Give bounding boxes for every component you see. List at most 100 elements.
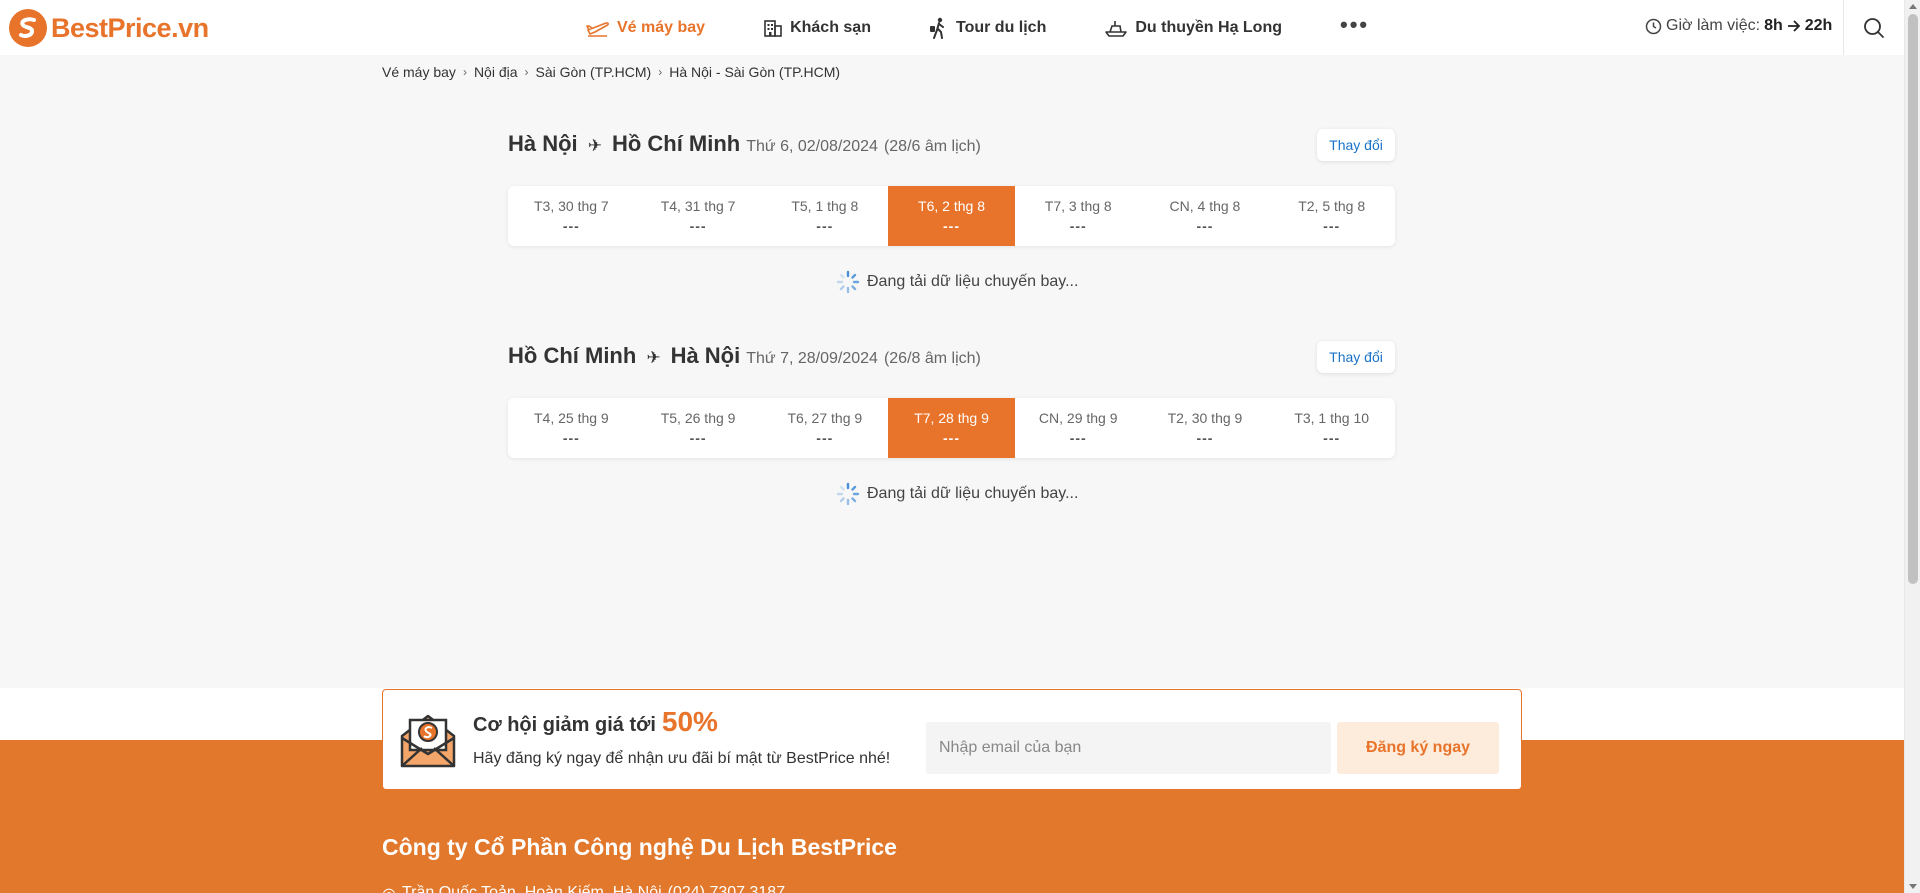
plane-icon: ✈ [587, 136, 602, 155]
phone-text: (024) 7307 3187 [667, 884, 786, 893]
scroll-down-arrow-icon[interactable] [1909, 884, 1917, 889]
spinner-icon [836, 270, 860, 294]
newsletter-box: Cơ hội giảm giá tới 50% Hãy đăng ký ngay … [382, 689, 1522, 790]
chevron-right-icon: › [524, 65, 529, 79]
date-cell[interactable]: T4, 31 thg 7 --- [635, 186, 762, 246]
date-cell-selected[interactable]: T7, 28 thg 9 --- [888, 398, 1015, 458]
route-title-outbound: Hà Nội ✈ Hồ Chí Minh Thứ 6, 02/08/2024 (… [508, 131, 981, 157]
date-cell[interactable]: CN, 29 thg 9 --- [1015, 398, 1142, 458]
breadcrumb-item[interactable]: Sài Gòn (TP.HCM) [536, 64, 652, 80]
logo[interactable]: BestPrice.vn [9, 9, 209, 47]
clock-icon [1645, 18, 1662, 34]
date-price: --- [1323, 218, 1341, 234]
date-label: T6, 2 thg 8 [918, 198, 985, 214]
nav-label: Tour du lịch [955, 18, 1047, 36]
nav-item-hotels[interactable]: Khách sạn [763, 18, 871, 38]
date-cell[interactable]: T2, 5 thg 8 --- [1268, 186, 1395, 246]
date-cell[interactable]: T3, 30 thg 7 --- [508, 186, 635, 246]
newsletter-subtitle: Hãy đăng ký ngay để nhận ưu đãi bí mật t… [473, 750, 891, 767]
work-hours-to: 22h [1804, 17, 1833, 34]
date-label: T2, 30 thg 9 [1167, 410, 1243, 426]
date-strip-outbound: T3, 30 thg 7 --- T4, 31 thg 7 --- T5, 1 th… [508, 186, 1395, 246]
nav-item-tours[interactable]: Tour du lịch [929, 17, 1046, 39]
breadcrumb-item[interactable]: Nội địa [474, 64, 518, 80]
breadcrumb: Vé máy bay › Nội địa › Sài Gòn (TP.HCM) … [382, 64, 840, 80]
search-icon[interactable] [1862, 16, 1886, 40]
date-cell[interactable]: CN, 4 thg 8 --- [1142, 186, 1269, 246]
flight-date: Thứ 7, 28/09/2024 [746, 350, 878, 367]
logo-text: BestPrice.vn [51, 12, 209, 43]
arrow-right-icon [1787, 20, 1801, 32]
chevron-right-icon: › [462, 65, 467, 79]
hotel-icon [764, 19, 782, 37]
date-cell[interactable]: T6, 27 thg 9 --- [761, 398, 888, 458]
nav-label: Vé máy bay [617, 18, 706, 36]
date-cell-selected[interactable]: T6, 2 thg 8 --- [888, 186, 1015, 246]
lunar-date: (28/6 âm lịch) [883, 138, 981, 155]
date-label: T7, 3 thg 8 [1044, 198, 1112, 214]
address-text: Trần Quốc Toản, Hoàn Kiếm, Hà Nội [401, 884, 662, 893]
traveler-icon [929, 17, 944, 39]
date-cell[interactable]: T4, 25 thg 9 --- [508, 398, 635, 458]
date-label: CN, 29 thg 9 [1038, 410, 1118, 426]
date-cell[interactable]: T5, 26 thg 9 --- [635, 398, 762, 458]
subscribe-button[interactable]: Đăng ký ngay [1337, 722, 1499, 774]
newsletter-title-text: Cơ hội giảm giá tới [473, 714, 656, 736]
date-price: --- [943, 218, 961, 234]
mail-promo-icon [400, 714, 456, 768]
date-price: --- [816, 430, 834, 446]
date-price: --- [1069, 218, 1087, 234]
date-price: --- [816, 218, 834, 234]
date-label: T3, 30 thg 7 [534, 198, 609, 214]
more-menu-button[interactable]: ••• [1340, 12, 1369, 38]
date-strip-return: T4, 25 thg 9 --- T5, 26 thg 9 --- T6, 27 t… [508, 398, 1395, 458]
scroll-thumb[interactable] [1908, 14, 1918, 584]
change-button[interactable]: Thay đổi [1317, 129, 1395, 161]
date-label: T5, 26 thg 9 [660, 410, 736, 426]
breadcrumb-item[interactable]: Vé máy bay [382, 64, 456, 80]
company-name: Công ty Cổ Phần Công nghệ Du Lịch BestPr… [382, 834, 897, 860]
date-label: T3, 1 thg 10 [1294, 410, 1370, 426]
company-address: ◎ Trần Quốc Toản, Hoàn Kiếm, Hà Nội (024… [382, 884, 785, 893]
date-cell[interactable]: T7, 3 thg 8 --- [1015, 186, 1142, 246]
cruise-icon [1105, 20, 1128, 37]
logo-mark-icon [9, 9, 47, 47]
nav-item-cruise[interactable]: Du thuyền Hạ Long [1104, 18, 1282, 38]
origin-city: Hồ Chí Minh [508, 343, 637, 368]
loading-text: Đang tải dữ liệu chuyến bay... [867, 485, 1079, 502]
nav-label: Du thuyền Hạ Long [1135, 18, 1282, 36]
route-title-return: Hồ Chí Minh ✈ Hà Nội Thứ 7, 28/09/2024 (… [508, 343, 981, 369]
header-divider [1843, 0, 1844, 55]
date-price: --- [562, 430, 580, 446]
newsletter-title: Cơ hội giảm giá tới 50% [473, 706, 718, 738]
date-label: T6, 27 thg 9 [787, 410, 863, 426]
origin-city: Hà Nội [508, 131, 578, 156]
loading-indicator: Đang tải dữ liệu chuyến bay... [835, 269, 1078, 295]
date-price: --- [562, 218, 580, 234]
breadcrumb-current: Hà Nội - Sài Gòn (TP.HCM) [669, 64, 841, 80]
date-price: --- [1069, 430, 1087, 446]
date-cell[interactable]: T2, 30 thg 9 --- [1142, 398, 1269, 458]
lunar-date: (26/8 âm lịch) [883, 350, 981, 367]
work-hours: Giờ làm việc: 8h 22h [1645, 17, 1832, 35]
page-scrollbar[interactable] [1904, 0, 1920, 893]
date-label: T4, 25 thg 9 [534, 410, 609, 426]
chevron-right-icon: › [658, 65, 663, 79]
date-label: T7, 28 thg 9 [914, 410, 989, 426]
scroll-up-arrow-icon[interactable] [1909, 4, 1917, 9]
date-price: --- [1196, 430, 1214, 446]
plane-icon: ✈ [646, 348, 661, 367]
nav-item-flights[interactable]: Vé máy bay [586, 19, 705, 37]
date-cell[interactable]: T5, 1 thg 8 --- [761, 186, 888, 246]
email-input[interactable] [926, 722, 1331, 774]
date-price: --- [689, 430, 707, 446]
nav-label: Khách sạn [790, 18, 871, 36]
change-button[interactable]: Thay đổi [1317, 341, 1395, 373]
destination-city: Hồ Chí Minh [611, 131, 741, 156]
work-hours-from: 8h [1764, 17, 1783, 34]
date-label: T4, 31 thg 7 [660, 198, 736, 214]
date-price: --- [1323, 430, 1341, 446]
date-cell[interactable]: T3, 1 thg 10 --- [1268, 398, 1395, 458]
location-pin-icon: ◎ [382, 884, 396, 893]
destination-city: Hà Nội [670, 343, 741, 368]
